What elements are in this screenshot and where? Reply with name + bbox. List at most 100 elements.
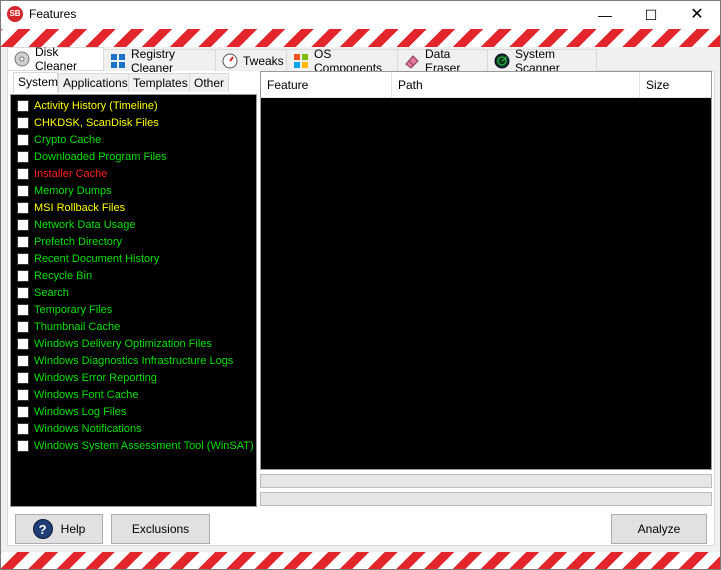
feature-item[interactable]: Search: [17, 284, 69, 301]
feature-item[interactable]: Thumbnail Cache: [17, 318, 120, 335]
tab-tweaks[interactable]: Tweaks: [215, 49, 287, 71]
checkbox[interactable]: [17, 439, 29, 452]
checkbox[interactable]: [17, 252, 29, 265]
window-title: Features: [29, 7, 77, 21]
checkbox[interactable]: [17, 337, 29, 350]
results-header: Feature Path Size: [261, 72, 711, 98]
feature-label: Windows System Assessment Tool (WinSAT): [34, 439, 254, 452]
feature-label: Memory Dumps: [34, 184, 112, 197]
feature-item[interactable]: Recent Document History: [17, 250, 159, 267]
tab-label: Disk Cleaner: [35, 45, 78, 73]
checkbox[interactable]: [17, 99, 29, 112]
checkbox[interactable]: [17, 150, 29, 163]
feature-label: Downloaded Program Files: [34, 150, 167, 163]
checkbox[interactable]: [17, 388, 29, 401]
feature-label: Windows Font Cache: [34, 388, 139, 401]
features-window: SB Features — ☐ ✕ Disk Cleaner Registry …: [0, 0, 721, 570]
help-label: Help: [60, 522, 86, 536]
tab-registry-cleaner[interactable]: Registry Cleaner: [103, 47, 216, 75]
feature-item[interactable]: Installer Cache: [17, 165, 107, 182]
feature-item[interactable]: Crypto Cache: [17, 131, 101, 148]
radar-icon: [494, 53, 510, 69]
feature-item[interactable]: Windows Error Reporting: [17, 369, 157, 386]
checkbox[interactable]: [17, 303, 29, 316]
bottom-hazard-stripe: [1, 552, 720, 569]
column-header-path[interactable]: Path: [392, 72, 640, 98]
checkbox[interactable]: [17, 269, 29, 282]
feature-label: Temporary Files: [34, 303, 113, 316]
feature-label: Thumbnail Cache: [34, 320, 121, 333]
feature-item[interactable]: MSI Rollback Files: [17, 199, 125, 216]
title-bar[interactable]: SB Features — ☐ ✕: [1, 1, 720, 29]
maximize-icon[interactable]: ☐: [628, 1, 674, 29]
checkbox[interactable]: [17, 218, 29, 231]
top-hazard-stripe: [1, 29, 720, 47]
minimize-icon[interactable]: —: [582, 1, 628, 29]
checkbox[interactable]: [17, 405, 29, 418]
feature-item[interactable]: Windows Delivery Optimization Files: [17, 335, 212, 352]
help-button[interactable]: ? Help: [15, 514, 103, 544]
gauge-icon: [222, 53, 238, 69]
feature-label: MSI Rollback Files: [34, 201, 126, 214]
registry-icon: [110, 53, 126, 69]
checkbox[interactable]: [17, 167, 29, 180]
checkbox[interactable]: [17, 286, 29, 299]
subtab-applications[interactable]: Applications: [58, 73, 138, 92]
feature-item[interactable]: Windows Font Cache: [17, 386, 139, 403]
checkbox[interactable]: [17, 133, 29, 146]
checkbox[interactable]: [17, 184, 29, 197]
windows-icon: [293, 53, 309, 69]
feature-item[interactable]: Memory Dumps: [17, 182, 112, 199]
tab-label: Tweaks: [243, 53, 284, 68]
feature-item[interactable]: Network Data Usage: [17, 216, 136, 233]
feature-label: Windows Log Files: [34, 405, 127, 418]
analyze-button[interactable]: Analyze: [611, 514, 707, 544]
column-header-feature[interactable]: Feature: [261, 72, 392, 98]
feature-item[interactable]: Prefetch Directory: [17, 233, 122, 250]
checkbox[interactable]: [17, 235, 29, 248]
tab-label: Registry Cleaner: [131, 46, 176, 75]
feature-item[interactable]: Windows System Assessment Tool (WinSAT): [17, 437, 254, 454]
tab-disk-cleaner[interactable]: Disk Cleaner: [7, 45, 104, 73]
progress-bar-secondary: [260, 492, 712, 506]
tab-system-scanner[interactable]: System Scanner: [487, 47, 597, 75]
subtab-other[interactable]: Other: [189, 73, 229, 92]
checkbox[interactable]: [17, 422, 29, 435]
eraser-icon: [404, 53, 420, 69]
app-icon: SB: [7, 6, 23, 22]
feature-item[interactable]: Downloaded Program Files: [17, 148, 167, 165]
exclusions-button[interactable]: Exclusions: [111, 514, 210, 544]
help-icon: ?: [32, 519, 53, 539]
feature-label: Recycle Bin: [34, 269, 93, 282]
results-list[interactable]: Feature Path Size: [260, 71, 712, 470]
feature-label: Activity History (Timeline): [34, 99, 158, 112]
feature-item[interactable]: Recycle Bin: [17, 267, 92, 284]
feature-item[interactable]: Windows Diagnostics Infrastructure Logs: [17, 352, 233, 369]
tab-os-components[interactable]: OS Components: [286, 47, 398, 75]
feature-item[interactable]: Windows Log Files: [17, 403, 126, 420]
tab-data-eraser[interactable]: Data Eraser: [397, 47, 488, 75]
checkbox[interactable]: [17, 354, 29, 367]
feature-label: Network Data Usage: [34, 218, 136, 231]
feature-label: Windows Diagnostics Infrastructure Logs: [34, 354, 234, 367]
feature-label: Windows Notifications: [34, 422, 142, 435]
feature-item[interactable]: Temporary Files: [17, 301, 112, 318]
column-header-size[interactable]: Size: [640, 72, 711, 98]
checkbox[interactable]: [17, 116, 29, 129]
checkbox[interactable]: [17, 371, 29, 384]
feature-item[interactable]: Activity History (Timeline): [17, 97, 158, 114]
checkbox[interactable]: [17, 320, 29, 333]
feature-label: Installer Cache: [34, 167, 108, 180]
analyze-label: Analyze: [637, 522, 681, 536]
feature-item[interactable]: CHKDSK, ScanDisk Files: [17, 114, 159, 131]
feature-label: Windows Error Reporting: [34, 371, 157, 384]
feature-label: Recent Document History: [34, 252, 160, 265]
feature-checklist: Activity History (Timeline) CHKDSK, Scan…: [10, 94, 257, 507]
feature-item[interactable]: Windows Notifications: [17, 420, 142, 437]
feature-label: Windows Delivery Optimization Files: [34, 337, 212, 350]
checkbox[interactable]: [17, 201, 29, 214]
close-icon[interactable]: ✕: [674, 1, 720, 29]
feature-label: Crypto Cache: [34, 133, 102, 146]
progress-bar-primary: [260, 474, 712, 488]
subtab-system[interactable]: System: [13, 72, 58, 93]
